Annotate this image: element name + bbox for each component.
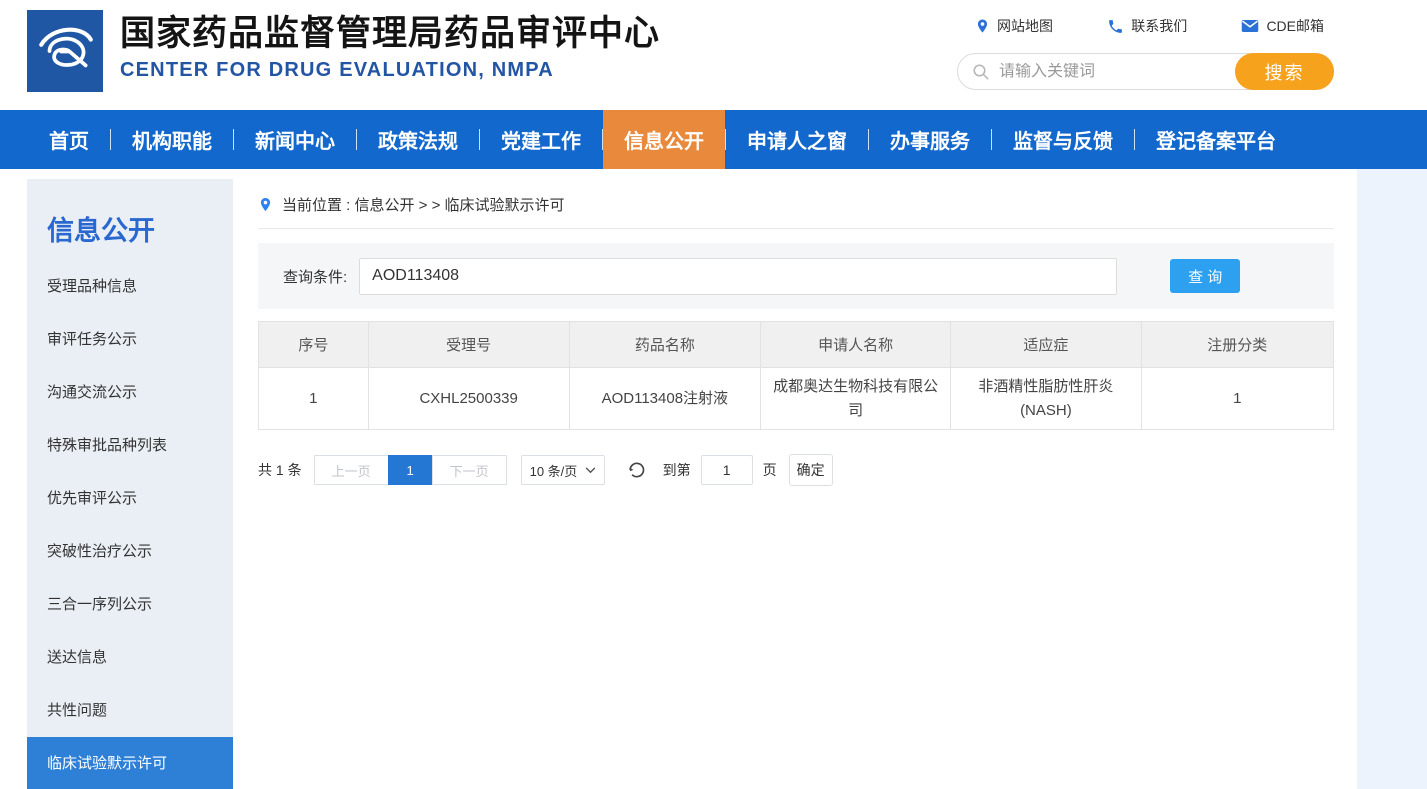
prev-page-button[interactable]: 上一页	[314, 455, 389, 485]
nav-item-registration-platform[interactable]: 登记备案平台	[1135, 110, 1297, 169]
nav-item-info-disclosure[interactable]: 信息公开	[603, 110, 725, 169]
results-table: 序号 受理号 药品名称 申请人名称 适应症 注册分类 1 CXHL2500339…	[258, 321, 1334, 430]
search-button[interactable]: 搜索	[1235, 53, 1334, 90]
sidebar-item-priority-review[interactable]: 优先审评公示	[27, 472, 233, 525]
cell-drug-name: AOD113408注射液	[569, 368, 760, 430]
site-titles: 国家药品监督管理局药品审评中心 CENTER FOR DRUG EVALUATI…	[120, 10, 660, 82]
phone-icon	[1107, 18, 1124, 35]
nav-item-policies[interactable]: 政策法规	[357, 110, 479, 169]
main-content: 当前位置 : 信息公开 > > 临床试验默示许可 查询条件: 查 询 序号 受理…	[233, 169, 1357, 789]
quick-links: 网站地图 联系我们 CDE邮箱	[957, 16, 1334, 36]
col-header-seq: 序号	[259, 322, 369, 368]
contact-link-label: 联系我们	[1131, 16, 1187, 36]
sitemap-link-label: 网站地图	[997, 16, 1053, 36]
mailbox-link[interactable]: CDE邮箱	[1241, 16, 1324, 36]
table-header-row: 序号 受理号 药品名称 申请人名称 适应症 注册分类	[259, 322, 1334, 368]
header-right: 网站地图 联系我们 CDE邮箱 搜索	[957, 16, 1334, 90]
sidebar-title: 信息公开	[27, 179, 233, 260]
refresh-button[interactable]	[625, 459, 647, 481]
nav-item-home[interactable]: 首页	[28, 110, 110, 169]
contact-link[interactable]: 联系我们	[1107, 16, 1187, 36]
cde-logo	[27, 10, 103, 92]
nav-item-functions[interactable]: 机构职能	[111, 110, 233, 169]
page-body: 信息公开 受理品种信息 审评任务公示 沟通交流公示 特殊审批品种列表 优先审评公…	[0, 169, 1427, 789]
pager-group: 上一页 1 下一页	[315, 455, 507, 485]
query-condition-label: 查询条件:	[283, 266, 347, 287]
confirm-button[interactable]: 确定	[789, 454, 833, 486]
nav-item-supervision[interactable]: 监督与反馈	[992, 110, 1134, 169]
sidebar-item-delivery-info[interactable]: 送达信息	[27, 631, 233, 684]
keyword-search-bar: 搜索	[957, 53, 1334, 90]
content-wrapper: 信息公开 受理品种信息 审评任务公示 沟通交流公示 特殊审批品种列表 优先审评公…	[0, 169, 1357, 789]
goto-page-input[interactable]	[701, 455, 753, 485]
cell-acceptance-no: CXHL2500339	[368, 368, 569, 430]
nav-item-news[interactable]: 新闻中心	[234, 110, 356, 169]
location-pin-icon	[258, 195, 273, 214]
refresh-icon	[626, 460, 646, 480]
map-pin-icon	[975, 17, 990, 35]
site-subtitle: CENTER FOR DRUG EVALUATION, NMPA	[120, 59, 660, 82]
cell-indication: 非酒精性脂肪性肝炎(NASH)	[951, 368, 1141, 430]
total-count-label: 共 1 条	[258, 460, 302, 480]
sidebar: 信息公开 受理品种信息 审评任务公示 沟通交流公示 特殊审批品种列表 优先审评公…	[27, 179, 233, 789]
col-header-acceptance-no: 受理号	[368, 322, 569, 368]
col-header-drug-name: 药品名称	[569, 322, 760, 368]
sidebar-item-common-issues[interactable]: 共性问题	[27, 684, 233, 737]
mailbox-link-label: CDE邮箱	[1266, 16, 1324, 36]
sidebar-item-special-approval[interactable]: 特殊审批品种列表	[27, 419, 233, 472]
main-nav: 首页 机构职能 新闻中心 政策法规 党建工作 信息公开 申请人之窗 办事服务 监…	[0, 110, 1427, 169]
page-size-select[interactable]: 10 条/页	[521, 455, 605, 485]
chevron-down-icon	[585, 467, 596, 474]
sitemap-link[interactable]: 网站地图	[975, 16, 1053, 36]
cell-seq: 1	[259, 368, 369, 430]
pagination: 共 1 条 上一页 1 下一页 10 条/页 到第 页 确定	[258, 454, 1334, 486]
sidebar-item-three-in-one[interactable]: 三合一序列公示	[27, 578, 233, 631]
nav-item-services[interactable]: 办事服务	[869, 110, 991, 169]
table-row: 1 CXHL2500339 AOD113408注射液 成都奥达生物科技有限公司 …	[259, 368, 1334, 430]
page-1-button[interactable]: 1	[388, 455, 433, 485]
col-header-registration-class: 注册分类	[1141, 322, 1333, 368]
site-header: 国家药品监督管理局药品审评中心 CENTER FOR DRUG EVALUATI…	[0, 0, 1427, 110]
next-page-button[interactable]: 下一页	[432, 455, 507, 485]
col-header-applicant: 申请人名称	[761, 322, 951, 368]
query-button[interactable]: 查 询	[1170, 259, 1240, 293]
query-condition-input[interactable]	[359, 258, 1117, 295]
site-title: 国家药品监督管理局药品审评中心	[120, 12, 660, 56]
cell-applicant: 成都奥达生物科技有限公司	[761, 368, 951, 430]
mail-icon	[1241, 19, 1259, 33]
query-band: 查询条件: 查 询	[258, 243, 1334, 309]
sidebar-item-communication[interactable]: 沟通交流公示	[27, 366, 233, 419]
sidebar-item-review-tasks[interactable]: 审评任务公示	[27, 313, 233, 366]
nav-item-applicant-window[interactable]: 申请人之窗	[726, 110, 868, 169]
col-header-indication: 适应症	[951, 322, 1141, 368]
breadcrumb: 当前位置 : 信息公开 > > 临床试验默示许可	[258, 194, 1334, 229]
sidebar-item-clinical-trial-implied-license[interactable]: 临床试验默示许可	[27, 737, 233, 789]
search-icon	[972, 63, 990, 81]
goto-page-suffix: 页	[763, 460, 777, 480]
page-size-value: 10 条/页	[530, 461, 578, 480]
sidebar-item-accepted-varieties[interactable]: 受理品种信息	[27, 260, 233, 313]
breadcrumb-text: 当前位置 : 信息公开 > > 临床试验默示许可	[282, 194, 565, 215]
cde-logo-icon	[34, 20, 96, 82]
sidebar-item-breakthrough-therapy[interactable]: 突破性治疗公示	[27, 525, 233, 578]
cell-registration-class: 1	[1141, 368, 1333, 430]
nav-item-party[interactable]: 党建工作	[480, 110, 602, 169]
goto-page-label: 到第	[663, 460, 691, 480]
